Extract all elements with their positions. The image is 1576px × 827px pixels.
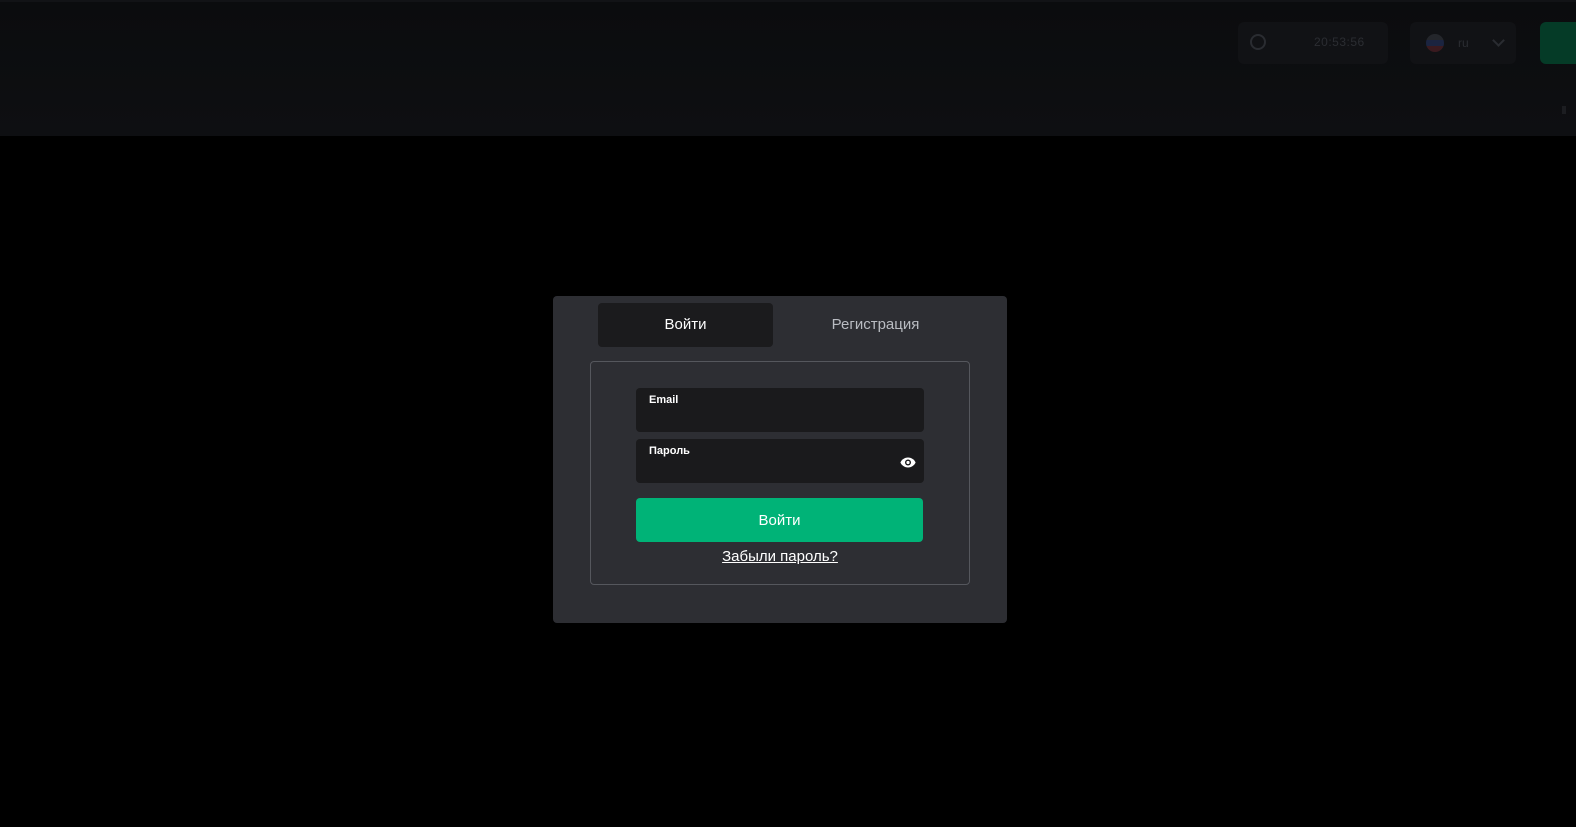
password-field[interactable]: Пароль [636,439,924,483]
email-label: Email [649,394,679,406]
flag-icon [1426,34,1444,52]
tab-login[interactable]: Войти [598,303,773,347]
header-edge-mark [1562,106,1566,114]
header-bar: 20:53:56 ru [0,0,1576,136]
clock-icon [1250,34,1266,50]
password-label: Пароль [649,445,690,457]
login-submit-button[interactable]: Войти [636,498,923,542]
auth-tabs: Войти Регистрация [598,303,968,347]
clock-text: 20:53:56 [1314,35,1365,49]
language-selector[interactable]: ru [1410,22,1516,64]
password-input[interactable] [649,460,889,478]
auth-modal: Войти Регистрация Email Пароль Войти Заб… [553,296,1007,623]
chevron-down-icon [1492,34,1505,47]
login-form: Email Пароль Войти Забыли пароль? [590,361,970,585]
header-clock: 20:53:56 [1238,22,1388,64]
email-field[interactable]: Email [636,388,924,432]
email-input[interactable] [649,409,889,427]
page: 20:53:56 ru Войти Регистрация Email Паро… [0,0,1576,827]
tab-register[interactable]: Регистрация [788,303,963,347]
header-action-button[interactable] [1540,22,1576,64]
eye-icon[interactable] [900,457,916,468]
forgot-password-link[interactable]: Забыли пароль? [591,548,969,565]
language-code: ru [1458,36,1469,50]
